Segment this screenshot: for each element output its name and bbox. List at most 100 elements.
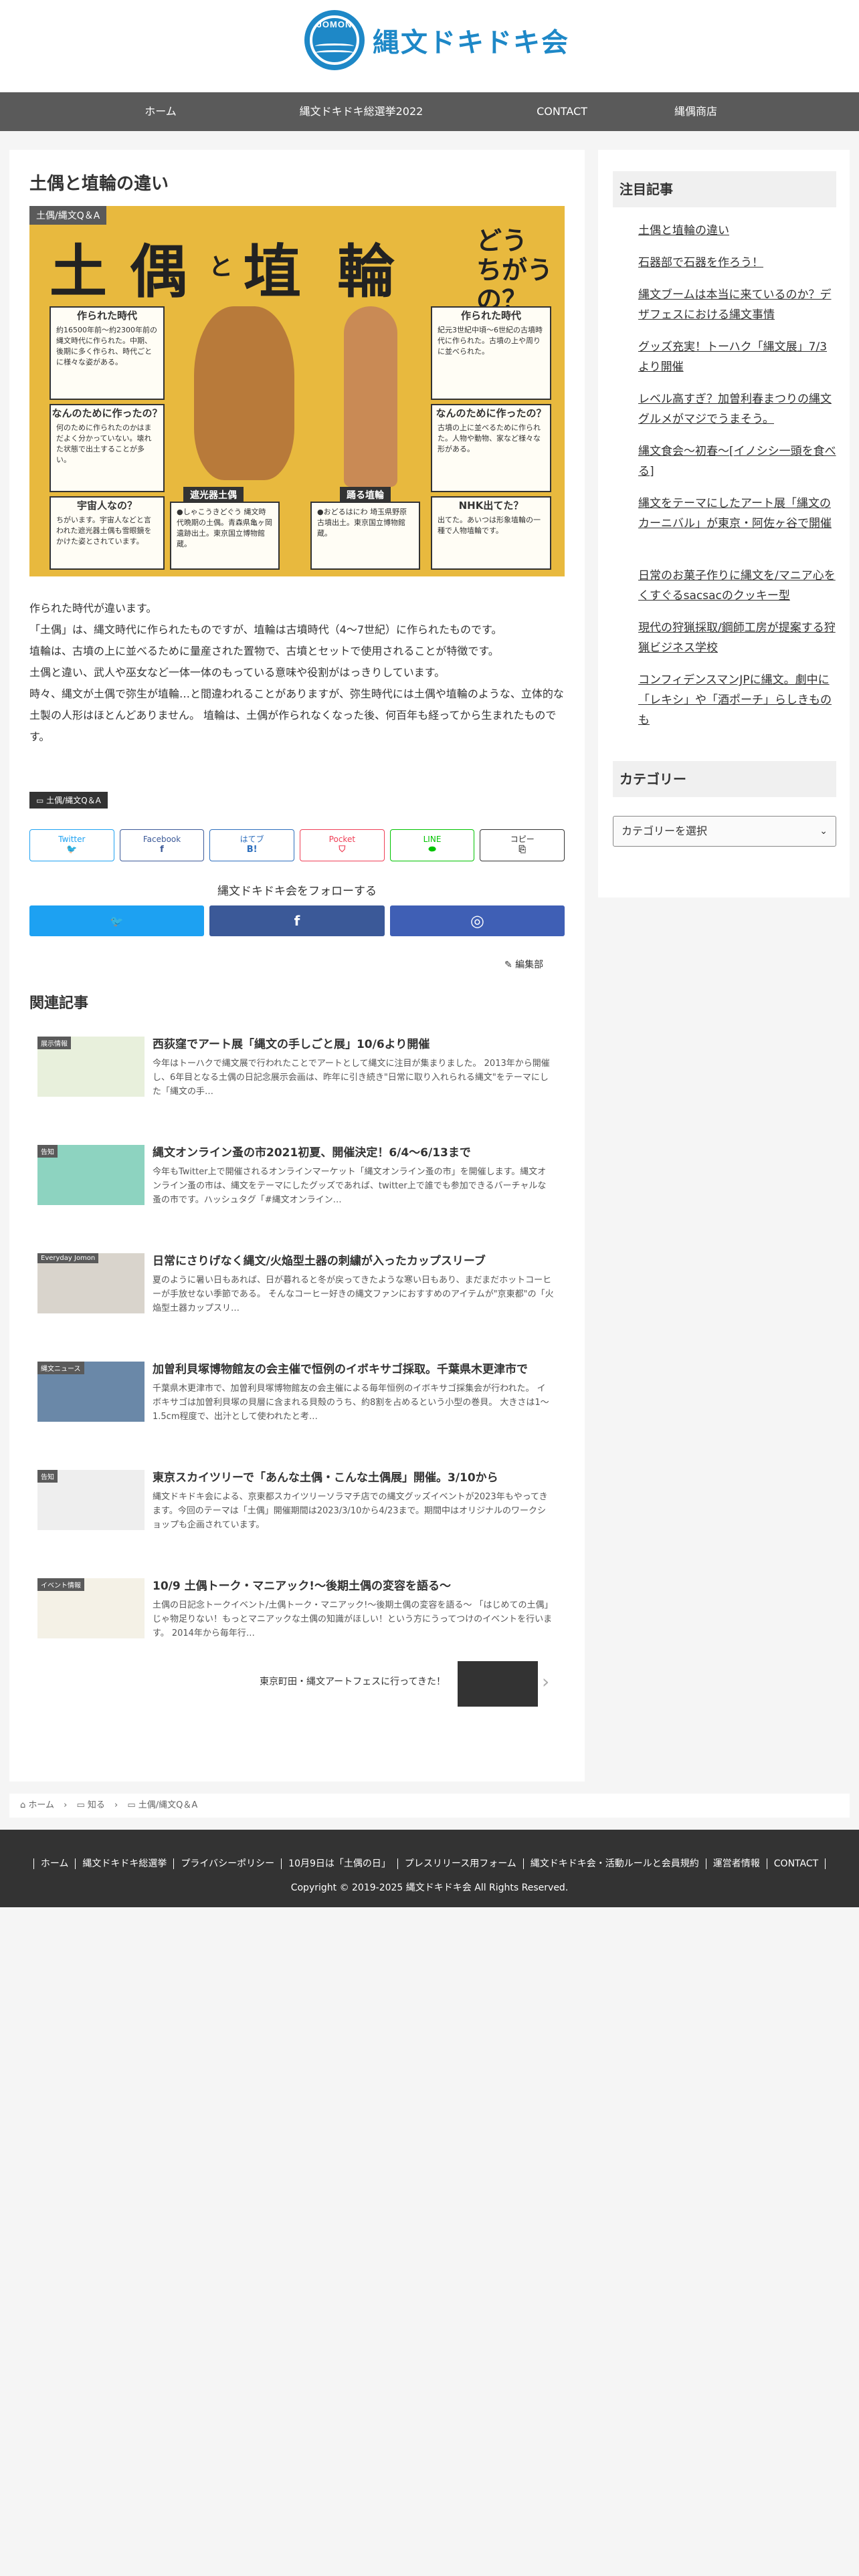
site-footer: ホーム 縄文ドキドキ総選挙 プライバシーポリシー 10月9日は「土偶の日」 プレスリリー… — [0, 1830, 859, 1907]
eyecatch-box-haniwa-note: ●おどるはにわ 埼玉県野原古墳出土。東京国立博物館蔵。 — [310, 502, 420, 570]
breadcrumb-subcategory[interactable]: ▭ 土偶/縄文Q＆A — [127, 1800, 197, 1810]
follow-title: 縄文ドキドキ会をフォローする — [217, 885, 377, 898]
eyecatch-title-char: 土 — [50, 238, 107, 306]
footer-link[interactable]: 縄文ドキドキ会・活動ルールと会員規約 — [522, 1858, 706, 1869]
sidebar-recent-item[interactable]: コンフィデンスマンJPに縄文。劇中に「レキシ」や「酒ポーチ」らしきものも — [638, 670, 836, 730]
logo-mark-icon: JOMON — [304, 10, 365, 70]
sidebar-recent-item[interactable]: 縄文をテーマにしたアート展「縄文のカーニバル」が東京・阿佐ヶ谷で開催 — [638, 494, 836, 534]
chevron-down-icon: ⌄ — [820, 826, 828, 837]
related-item[interactable]: イベント情報 10/9 土偶トーク・マニアック!〜後期土偶の変容を語る〜 土偶の… — [37, 1578, 566, 1658]
share-hatena-button[interactable]: はてブ B! — [209, 829, 295, 861]
nav-item-shop[interactable]: 縄偶商店 — [662, 92, 729, 131]
footer-nav: ホーム 縄文ドキドキ総選挙 プライバシーポリシー 10月9日は「土偶の日」 プレスリリー… — [0, 1856, 859, 1870]
footer-link[interactable]: ホーム — [33, 1858, 76, 1869]
breadcrumb-separator: › — [64, 1800, 68, 1810]
facebook-icon: f — [160, 845, 164, 855]
sidebar-recent-item[interactable]: 土偶と埴輪の違い — [638, 221, 836, 241]
follow-buttons: 🐦 f ◎ — [29, 905, 565, 936]
related-title[interactable]: 10/9 土偶トーク・マニアック!〜後期土偶の変容を語る〜 — [153, 1578, 554, 1594]
follow-instagram-button[interactable]: ◎ — [389, 905, 565, 936]
related-title[interactable]: 日常にさりげなく縄文/火焔型土器の刺繍が入ったカップスリーブ — [153, 1253, 554, 1269]
related-snippet: 千葉県木更津市で、加曽利貝塚博物館友の会主催による毎年恒例のイボキサゴ採集会が行… — [153, 1384, 549, 1422]
related-title[interactable]: 加曽利貝塚博物館友の会主催で恒例のイボキサゴ採取。千葉県木更津市で — [153, 1362, 554, 1378]
sidebar-recent-item[interactable]: 縄文食会〜初春〜[イノシシ一頭を食べる] — [638, 441, 836, 481]
nav-item-home[interactable]: ホーム — [134, 92, 187, 131]
related-title[interactable]: 縄文オンライン蚤の市2021初夏、開催決定！6/4〜6/13まで — [153, 1145, 554, 1161]
copy-link-button[interactable]: コピー ⎘ — [480, 829, 565, 861]
sidebar-recent-heading: 注目記事 — [613, 171, 836, 207]
prev-post-link[interactable]: 東京町田・縄文アートフェスに行ってきた！ — [260, 1675, 446, 1688]
eyecatch-tab-dogu: 遮光器土偶 — [183, 487, 244, 503]
sidebar-category-heading: カテゴリー — [613, 761, 836, 797]
sidebar-recent-item[interactable]: 現代の狩猟採取/鋼師工房が提案する狩猟ビジネス学校 — [638, 618, 836, 658]
eyecatch-category-label: 土偶/縄文Q＆A — [29, 206, 107, 225]
share-twitter-button[interactable]: Twitter 🐦 — [29, 829, 114, 861]
eyecatch-box-dogu-note: ●しゃこうきどぐう 縄文時代晩期の土偶。青森県亀ヶ岡遺跡出土。東京国立博物館蔵。 — [170, 502, 280, 570]
article-paragraph: 「土偶」は、縄文時代に作られたものですが、埴輪は古墳時代（4〜7世紀）に作られた… — [29, 623, 502, 636]
category-tag[interactable]: ▭ 土偶/縄文Q＆A — [29, 792, 108, 809]
related-thumbnail: 告知 — [37, 1470, 145, 1530]
pocket-icon: ⛉ — [339, 845, 346, 855]
eyecatch-question: どう ちがうの？ — [476, 226, 553, 314]
footer-link[interactable]: 縄文ドキドキ総選挙 — [75, 1858, 174, 1869]
breadcrumb: ⌂ ホーム › ▭ 知る › ▭ 土偶/縄文Q＆A — [9, 1794, 850, 1818]
dogu-figure-illustration — [194, 306, 294, 480]
article-paragraph: 作られた時代が違います。 — [29, 602, 157, 615]
related-title[interactable]: 西荻窪でアート展「縄文の手しごと展」10/6より開催 — [153, 1037, 554, 1053]
footer-link[interactable]: 運営者情報 — [705, 1858, 767, 1869]
related-thumbnail: 告知 — [37, 1145, 145, 1205]
share-facebook-button[interactable]: Facebook f — [119, 829, 205, 861]
eyecatch-title-and: と — [209, 253, 233, 281]
eyecatch-box-dogu-purpose: なんのために作ったの？ 何のために作られたのかはまだよく分かっていない。壊れた状… — [50, 404, 165, 492]
related-snippet: 縄文ドキドキ会による、京東都スカイツリーソラマチ店での縄文グッズイベントが202… — [153, 1492, 548, 1530]
nav-item-election[interactable]: 縄文ドキドキ総選挙2022 — [227, 92, 495, 131]
related-item[interactable]: 縄文ニュース 加曽利貝塚博物館友の会主催で恒例のイボキサゴ採取。千葉県木更津市で… — [37, 1362, 566, 1442]
related-snippet: 今年もTwitter上で開催されるオンラインマーケット「縄文オンライン蚤の市」を… — [153, 1167, 547, 1205]
related-thumbnail: Everyday Jomon — [37, 1253, 145, 1313]
sidebar-recent-item[interactable]: グッズ充実！トーハク「縄文展」7/3より開催 — [638, 337, 836, 377]
related-item[interactable]: Everyday Jomon 日常にさりげなく縄文/火焔型土器の刺繍が入ったカッ… — [37, 1253, 566, 1333]
breadcrumb-home[interactable]: ⌂ ホーム — [20, 1800, 54, 1810]
sidebar-recent-item[interactable]: 石器部で石器を作ろう！ — [638, 253, 836, 273]
share-buttons: Twitter 🐦 Facebook f はてブ B! Pocket ⛉ LINE ⬬ コ… — [29, 829, 565, 861]
category-select[interactable]: カテゴリーを選択 ⌄ — [613, 816, 836, 847]
footer-link[interactable]: プレスリリース用フォーム — [397, 1858, 523, 1869]
follow-facebook-button[interactable]: f — [209, 905, 385, 936]
nav-item-contact[interactable]: CONTACT — [522, 92, 602, 131]
footer-link[interactable]: プライバシーポリシー — [173, 1858, 282, 1869]
sidebar-recent-item[interactable]: 日常のお菓子作りに縄文を/マニア心をくすぐるsacsacのクッキー型 — [638, 566, 836, 606]
related-item[interactable]: 展示情報 西荻窪でアート展「縄文の手しごと展」10/6より開催 今年はトーハクで… — [37, 1037, 566, 1117]
related-thumbnail: イベント情報 — [37, 1578, 145, 1638]
breadcrumb-category[interactable]: ▭ 知る — [76, 1800, 104, 1810]
article-paragraph: 土偶と違い、武人や巫女など一体一体のもっている意味や役割がはっきりしています。 — [29, 666, 446, 679]
share-line-button[interactable]: LINE ⬬ — [389, 829, 475, 861]
share-pocket-button[interactable]: Pocket ⛉ — [300, 829, 385, 861]
footer-link[interactable]: 10月9日は「土偶の日」 — [281, 1858, 397, 1869]
site-logo[interactable]: JOMON 縄文ドキドキ会 — [304, 9, 569, 71]
eyecatch-tab-haniwa: 踊る埴輪 — [340, 487, 391, 503]
article-paragraph: 埴輪は、古墳の上に並べるために量産された置物で、古墳とセットで使用されることが特… — [29, 645, 499, 657]
chevron-right-icon: › — [542, 1671, 550, 1693]
related-thumbnail: 縄文ニュース — [37, 1362, 145, 1422]
facebook-icon: f — [294, 913, 300, 929]
related-snippet: 土偶の日記念トークイベント/土偶トーク・マニアック!〜後期土偶の変容を語る〜 「… — [153, 1600, 553, 1638]
related-title[interactable]: 東京スカイツリーで「あんな土偶・こんな土偶展」開催。3/10から — [153, 1470, 554, 1486]
line-icon: ⬬ — [428, 845, 436, 855]
related-item[interactable]: 告知 東京スカイツリーで「あんな土偶・こんな土偶展」開催。3/10から 縄文ドキ… — [37, 1470, 566, 1550]
related-snippet: 夏のように暑い日もあれば、日が暮れると冬が戻ってきたような寒い日もあり、まだまだ… — [153, 1275, 554, 1313]
author-link[interactable]: ✎ 編集部 — [504, 958, 543, 971]
eyecatch-title-char: 偶 — [130, 238, 187, 306]
related-item[interactable]: 告知 縄文オンライン蚤の市2021初夏、開催決定！6/4〜6/13まで 今年もT… — [37, 1145, 566, 1225]
eyecatch-box-haniwa-era: 作られた時代 紀元3世紀中頃〜6世紀の古墳時代に作られた。古墳の上や周りに並べら… — [431, 306, 551, 400]
eyecatch-image: 土偶/縄文Q＆A 土 偶 と 埴 輪 どう ちがうの？ 作られた時代 約1650… — [29, 206, 565, 576]
main-content: 土偶と埴輪の違い 土偶/縄文Q＆A 土 偶 と 埴 輪 どう ちがうの？ 作られ… — [9, 150, 585, 1782]
eyecatch-title-char: 埴 — [244, 238, 301, 306]
eyecatch-box-haniwa-purpose: なんのために作ったの？ 古墳の上に並べるために作られた。人物や動物、家など様々な… — [431, 404, 551, 492]
sidebar-recent-item[interactable]: レベル高すぎ？加曽利春まつりの縄文グルメがマジでうまそう。 — [638, 389, 836, 429]
follow-twitter-button[interactable]: 🐦 — [29, 905, 205, 936]
page-title: 土偶と埴輪の違い — [29, 174, 169, 194]
related-thumbnail: 展示情報 — [37, 1037, 145, 1097]
footer-link[interactable]: CONTACT — [766, 1858, 826, 1869]
prev-post-thumbnail[interactable] — [458, 1661, 538, 1707]
sidebar-recent-item[interactable]: 縄文ブームは本当に来ているのか？デザフェスにおける縄文事情 — [638, 285, 836, 325]
